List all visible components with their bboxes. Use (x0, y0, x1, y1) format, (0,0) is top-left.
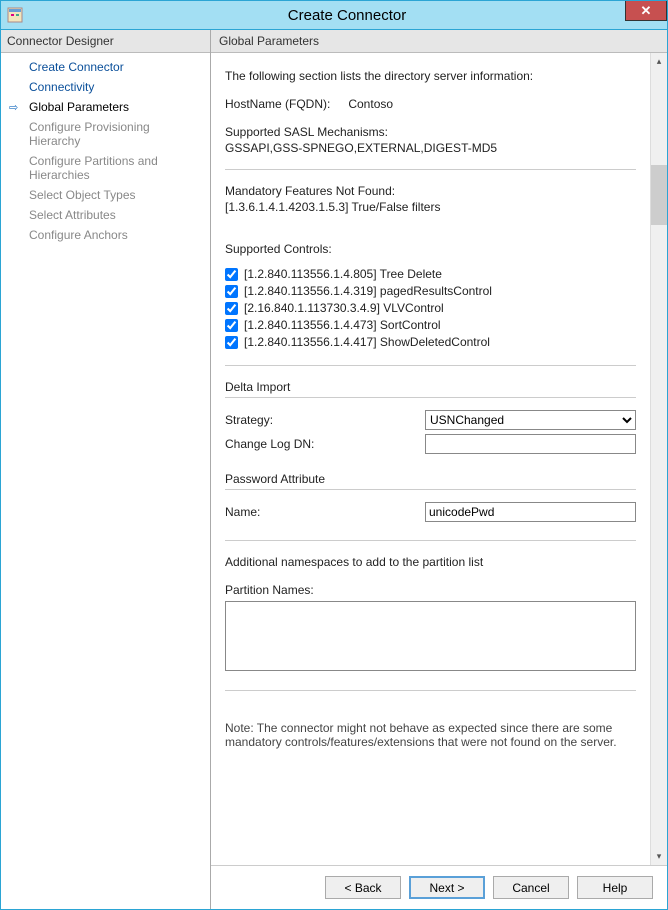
delta-header: Delta Import (225, 380, 636, 394)
close-icon: ✕ (641, 3, 652, 19)
nav-provisioning-hierarchy: Configure Provisioning Hierarchy (1, 117, 210, 151)
control-checkbox[interactable] (225, 336, 238, 349)
name-input[interactable] (425, 502, 636, 522)
titlebar: Create Connector ✕ (1, 1, 667, 29)
next-button[interactable]: Next > (409, 876, 485, 899)
nav-create-connector[interactable]: Create Connector (1, 57, 210, 77)
strategy-label: Strategy: (225, 413, 425, 427)
strategy-row: Strategy: USNChanged (225, 410, 636, 430)
sasl-label: Supported SASL Mechanisms: (225, 125, 636, 139)
control-checkbox[interactable] (225, 319, 238, 332)
control-row: [1.2.840.113556.1.4.319] pagedResultsCon… (225, 284, 636, 298)
note-text: Note: The connector might not behave as … (225, 721, 636, 753)
nav-label: Configure Partitions and Hierarchies (29, 154, 158, 182)
nav-label: Global Parameters (29, 100, 129, 114)
divider (225, 169, 636, 170)
control-text: [2.16.840.1.113730.3.4.9] VLVControl (244, 301, 444, 315)
control-checkbox[interactable] (225, 268, 238, 281)
control-text: [1.2.840.113556.1.4.319] pagedResultsCon… (244, 284, 492, 298)
divider (225, 365, 636, 366)
divider (225, 489, 636, 490)
divider (225, 397, 636, 398)
nav-object-types: Select Object Types (1, 185, 210, 205)
nav-label: Select Attributes (29, 208, 116, 222)
mandatory-label: Mandatory Features Not Found: (225, 184, 636, 198)
partition-names-input[interactable] (225, 601, 636, 671)
nav-label: Configure Provisioning Hierarchy (29, 120, 150, 148)
nav-list: Create Connector Connectivity ⇨ Global Pa… (1, 53, 210, 249)
control-text: [1.2.840.113556.1.4.417] ShowDeletedCont… (244, 335, 490, 349)
nav-anchors: Configure Anchors (1, 225, 210, 245)
sidebar-header: Connector Designer (1, 30, 210, 53)
close-button[interactable]: ✕ (625, 1, 667, 21)
nav-label: Connectivity (29, 80, 94, 94)
main-panel: Global Parameters The following section … (211, 30, 667, 909)
arrow-icon: ⇨ (9, 101, 18, 114)
control-row: [1.2.840.113556.1.4.805] Tree Delete (225, 267, 636, 281)
nav-label: Create Connector (29, 60, 124, 74)
password-header: Password Attribute (225, 472, 636, 486)
name-label: Name: (225, 505, 425, 519)
scroll-track[interactable] (651, 70, 667, 848)
nav-connectivity[interactable]: Connectivity (1, 77, 210, 97)
hostname-row: HostName (FQDN): Contoso (225, 97, 636, 111)
intro-text: The following section lists the director… (225, 69, 636, 83)
sasl-value: GSSAPI,GSS-SPNEGO,EXTERNAL,DIGEST-MD5 (225, 141, 636, 155)
changelog-label: Change Log DN: (225, 437, 425, 451)
cancel-button[interactable]: Cancel (493, 876, 569, 899)
button-bar: < Back Next > Cancel Help (211, 865, 667, 909)
vertical-scrollbar[interactable]: ▴ ▾ (650, 53, 667, 865)
name-row: Name: (225, 502, 636, 522)
nav-partitions-hierarchies: Configure Partitions and Hierarchies (1, 151, 210, 185)
control-text: [1.2.840.113556.1.4.473] SortControl (244, 318, 441, 332)
help-button[interactable]: Help (577, 876, 653, 899)
back-button[interactable]: < Back (325, 876, 401, 899)
nav-label: Configure Anchors (29, 228, 128, 242)
control-row: [2.16.840.1.113730.3.4.9] VLVControl (225, 301, 636, 315)
changelog-row: Change Log DN: (225, 434, 636, 454)
hostname-value: Contoso (348, 97, 393, 111)
strategy-select[interactable]: USNChanged (425, 410, 636, 430)
controls-label: Supported Controls: (225, 242, 636, 256)
sidebar: Connector Designer Create Connector Conn… (1, 30, 211, 909)
content-area: The following section lists the director… (211, 53, 650, 865)
control-text: [1.2.840.113556.1.4.805] Tree Delete (244, 267, 442, 281)
control-checkbox[interactable] (225, 302, 238, 315)
dialog-window: Create Connector ✕ Connector Designer Cr… (0, 0, 668, 910)
hostname-label: HostName (FQDN): (225, 97, 345, 111)
divider (225, 690, 636, 691)
scroll-thumb[interactable] (651, 165, 667, 225)
partition-label: Partition Names: (225, 583, 636, 597)
mandatory-value: [1.3.6.1.4.1.4203.1.5.3] True/False filt… (225, 200, 636, 214)
control-row: [1.2.840.113556.1.4.473] SortControl (225, 318, 636, 332)
namespaces-intro: Additional namespaces to add to the part… (225, 555, 636, 569)
app-icon (7, 7, 23, 23)
main-header: Global Parameters (211, 30, 667, 53)
control-checkbox[interactable] (225, 285, 238, 298)
nav-attributes: Select Attributes (1, 205, 210, 225)
changelog-input[interactable] (425, 434, 636, 454)
nav-label: Select Object Types (29, 188, 136, 202)
scroll-up-button[interactable]: ▴ (651, 53, 667, 70)
scroll-down-button[interactable]: ▾ (651, 848, 667, 865)
divider (225, 540, 636, 541)
body-area: Connector Designer Create Connector Conn… (1, 29, 667, 909)
control-row: [1.2.840.113556.1.4.417] ShowDeletedCont… (225, 335, 636, 349)
nav-global-parameters[interactable]: ⇨ Global Parameters (1, 97, 210, 117)
window-title: Create Connector (27, 7, 667, 24)
scroll-wrap: The following section lists the director… (211, 53, 667, 865)
